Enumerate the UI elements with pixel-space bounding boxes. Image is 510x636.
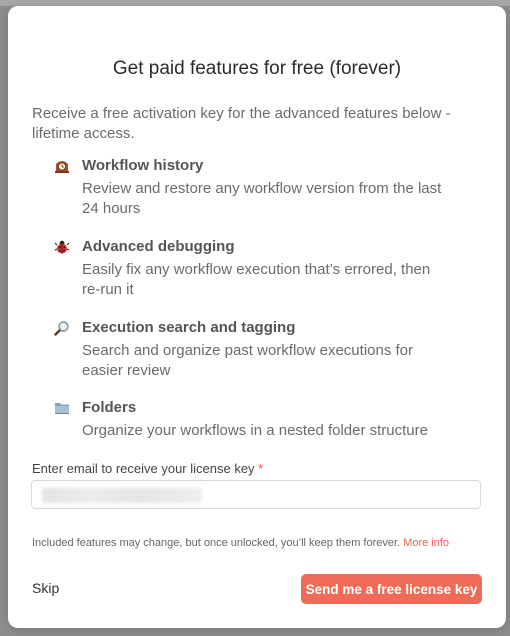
feature-title: Advanced debugging: [82, 238, 235, 255]
modal-intro: Receive a free activation key for the ad…: [32, 105, 451, 142]
disclaimer: Included features may change, but once u…: [32, 537, 449, 549]
redacted-email-value: [42, 488, 202, 503]
feature-description: Easily fix any workflow execution that’s…: [82, 261, 431, 298]
disclaimer-text: Included features may change, but once u…: [32, 537, 401, 549]
send-license-key-button[interactable]: Send me a free license key: [301, 574, 482, 604]
feature-description: Review and restore any workflow version …: [82, 180, 442, 217]
email-label-text: Enter email to receive your license key: [32, 461, 255, 476]
feature-title: Execution search and tagging: [82, 319, 296, 336]
more-info-link[interactable]: More info: [403, 537, 449, 549]
feature-title: Workflow history: [82, 157, 204, 174]
feature-description: Search and organize past workflow execut…: [82, 342, 414, 379]
feature-title: Folders: [82, 399, 137, 416]
feature-description: Organize your workflows in a nested fold…: [82, 422, 428, 439]
mantel-clock-icon: [54, 158, 70, 174]
email-label: Enter email to receive your license key …: [32, 461, 263, 476]
skip-button[interactable]: Skip: [32, 580, 59, 596]
license-modal: Get paid features for free (forever) Rec…: [8, 6, 506, 628]
magnifying-glass-icon: [54, 320, 70, 336]
ladybug-icon: [54, 239, 70, 255]
required-marker: *: [258, 461, 264, 476]
modal-title: Get paid features for free (forever): [112, 58, 402, 79]
email-input[interactable]: [31, 480, 481, 509]
folder-icon: [54, 400, 70, 416]
